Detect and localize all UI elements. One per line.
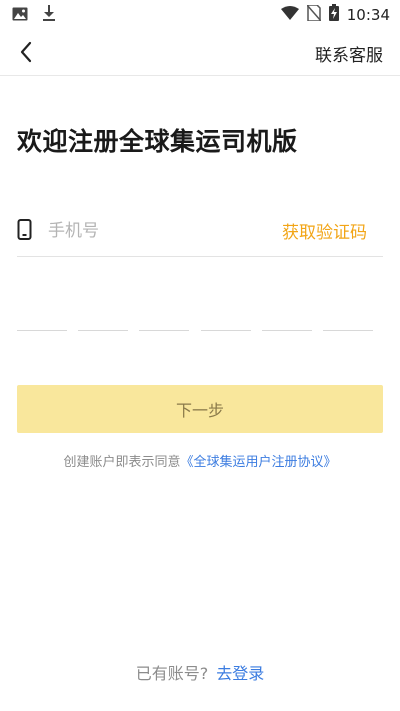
agreement-text: 创建账户即表示同意《全球集运用户注册协议》 — [0, 451, 400, 470]
next-step-button[interactable]: 下一步 — [17, 385, 383, 433]
go-login-link[interactable]: 去登录 — [216, 664, 264, 683]
login-prompt-text: 已有账号? — [135, 664, 209, 683]
code-digit-input[interactable] — [139, 293, 190, 331]
status-bar: 10:34 — [0, 0, 400, 28]
code-digit-input[interactable] — [261, 293, 312, 331]
verification-code-row — [17, 293, 373, 331]
back-button[interactable] — [10, 36, 42, 68]
phone-input[interactable] — [48, 217, 258, 245]
page-title: 欢迎注册全球集运司机版 — [17, 127, 298, 156]
nav-bar: 联系客服 — [0, 28, 400, 76]
no-sim-icon — [306, 3, 322, 25]
chevron-left-icon — [20, 41, 32, 63]
download-icon — [42, 5, 56, 25]
battery-charging-icon — [328, 4, 339, 25]
login-prompt-row: 已有账号? 去登录 — [0, 660, 400, 684]
get-verification-code-button[interactable]: 获取验证码 — [282, 218, 367, 243]
wifi-icon — [280, 5, 299, 24]
image-icon — [12, 6, 28, 25]
code-digit-input[interactable] — [200, 293, 251, 331]
code-digit-input[interactable] — [17, 293, 67, 331]
phone-icon — [17, 219, 33, 241]
code-digit-input[interactable] — [322, 293, 373, 331]
agreement-prefix: 创建账户即表示同意 — [63, 455, 181, 470]
code-digit-input[interactable] — [78, 293, 129, 331]
status-right: 10:34 — [280, 3, 390, 25]
phone-field-row: 获取验证码 — [17, 205, 383, 257]
contact-support-button[interactable]: 联系客服 — [315, 41, 383, 66]
agreement-link[interactable]: 《全球集运用户注册协议》 — [181, 455, 337, 470]
status-left — [12, 5, 56, 25]
status-time: 10:34 — [346, 5, 390, 24]
